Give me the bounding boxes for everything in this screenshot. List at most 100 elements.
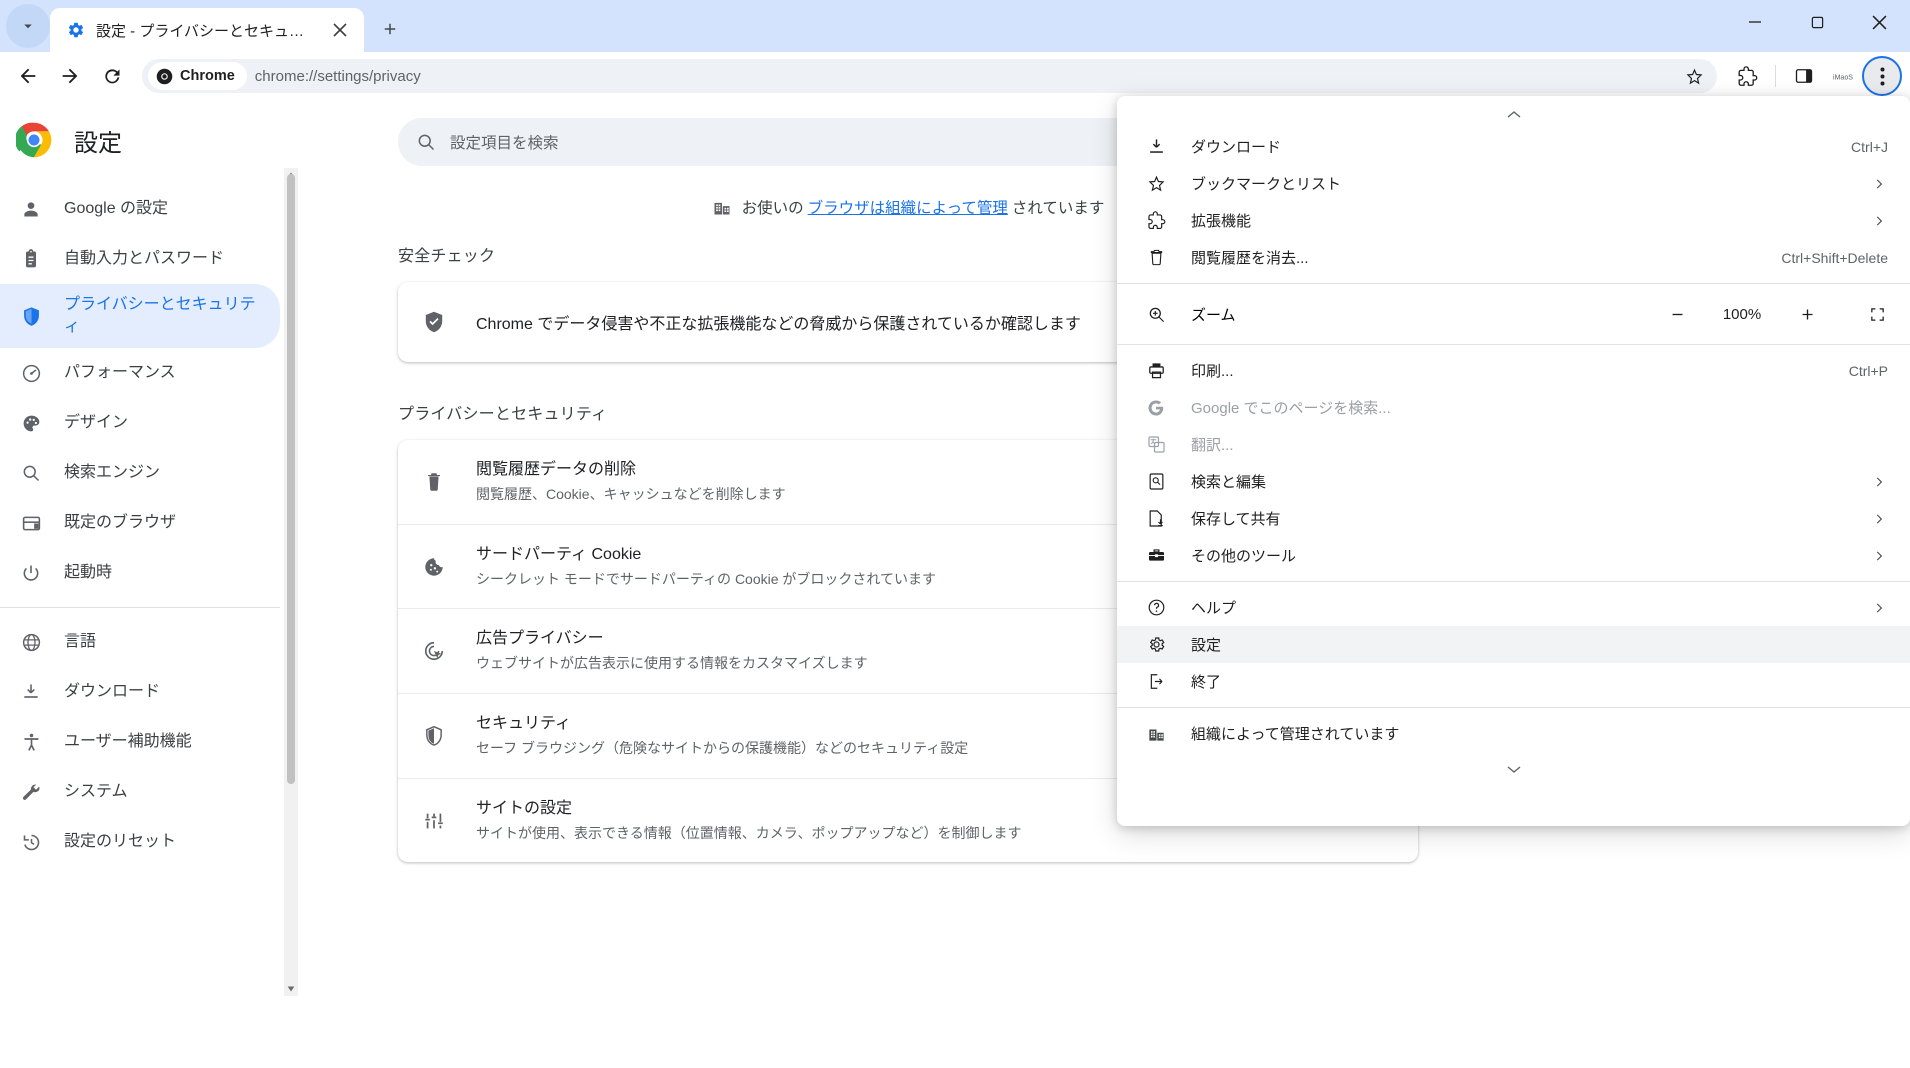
- tab-search-button[interactable]: [6, 4, 50, 48]
- sidebar-item-accessibility[interactable]: ユーザー補助機能: [0, 717, 280, 767]
- close-button[interactable]: [1848, 0, 1910, 44]
- menu-item-label: その他のツール: [1191, 545, 1846, 566]
- sidebar-item-autofill[interactable]: 自動入力とパスワード: [0, 234, 280, 284]
- menu-scroll-down-button[interactable]: [1117, 752, 1910, 786]
- sidebar-item-label: 言語: [64, 631, 96, 653]
- zoom-in-button[interactable]: [1790, 297, 1824, 331]
- accessibility-icon: [20, 731, 42, 753]
- menu-item-managed-by-organization[interactable]: 組織によって管理されています: [1117, 715, 1910, 752]
- sidebar-item-appearance[interactable]: デザイン: [0, 398, 280, 448]
- menu-item-extensions[interactable]: 拡張機能: [1117, 202, 1910, 239]
- new-tab-button[interactable]: [370, 9, 410, 49]
- menu-item-more-tools[interactable]: その他のツール: [1117, 537, 1910, 574]
- sidebar-item-label: ユーザー補助機能: [64, 731, 192, 753]
- sidebar-item-privacy-security[interactable]: プライバシーとセキュリティ: [0, 284, 280, 348]
- clipboard-icon: [20, 248, 42, 270]
- toolbox-icon: [1145, 545, 1167, 567]
- menu-item-exit[interactable]: 終了: [1117, 663, 1910, 700]
- download-icon: [1145, 136, 1167, 158]
- url-text[interactable]: chrome://settings/privacy: [255, 68, 1671, 85]
- reload-icon: [102, 66, 123, 87]
- sidebar-item-system[interactable]: システム: [0, 767, 280, 817]
- profile-avatar[interactable]: iMaoS: [1826, 62, 1860, 90]
- sidebar-item-label: Google の設定: [64, 198, 168, 220]
- sidebar-item-languages[interactable]: 言語: [0, 617, 280, 667]
- menu-item-settings[interactable]: 設定: [1117, 626, 1910, 663]
- menu-item-label: Google でこのページを検索...: [1191, 397, 1888, 418]
- forward-arrow-icon: [59, 65, 81, 87]
- reload-button[interactable]: [92, 56, 132, 96]
- extensions-puzzle-icon: [1145, 210, 1167, 232]
- list-item-subtitle: サイトが使用、表示できる情報（位置情報、カメラ、ポップアップなど）を制御します: [476, 823, 1344, 845]
- menu-item-find-and-edit[interactable]: 検索と編集: [1117, 463, 1910, 500]
- address-bar[interactable]: Chrome chrome://settings/privacy: [142, 59, 1717, 93]
- sidebar-item-label: ダウンロード: [64, 681, 160, 703]
- zoom-in-icon: [1145, 303, 1167, 325]
- chrome-logo-icon: [16, 122, 52, 158]
- menu-item-translate: 翻訳...: [1117, 426, 1910, 463]
- sidebar-item-label: 起動時: [64, 562, 112, 584]
- star-icon[interactable]: [1679, 61, 1709, 91]
- managed-notice-suffix: されています: [1012, 196, 1105, 218]
- menu-divider: [1117, 707, 1910, 708]
- menu-item-print[interactable]: 印刷... Ctrl+P: [1117, 352, 1910, 389]
- menu-item-bookmarks-lists[interactable]: ブックマークとリスト: [1117, 165, 1910, 202]
- side-panel-button[interactable]: [1784, 56, 1824, 96]
- back-button[interactable]: [8, 56, 48, 96]
- forward-button[interactable]: [50, 56, 90, 96]
- tab-close-button[interactable]: [326, 16, 354, 44]
- power-icon: [20, 562, 42, 584]
- chevron-up-icon: [1507, 110, 1521, 120]
- menu-scroll-up-button[interactable]: [1117, 102, 1910, 128]
- ad-privacy-icon: [422, 639, 446, 663]
- menu-item-downloads[interactable]: ダウンロード Ctrl+J: [1117, 128, 1910, 165]
- sidebar-nav: Google の設定 自動入力とパスワード プライバシーとセキュリティ: [0, 180, 280, 867]
- chevron-down-icon: [19, 17, 37, 35]
- tab-active[interactable]: 設定 - プライバシーとセキュリティ: [50, 8, 364, 52]
- three-dot-menu-icon: [1880, 67, 1885, 86]
- sidebar-item-on-startup[interactable]: 起動時: [0, 548, 280, 598]
- sidebar-item-google[interactable]: Google の設定: [0, 184, 280, 234]
- search-placeholder: 設定項目を検索: [450, 131, 559, 153]
- browser-window-icon: [20, 512, 42, 534]
- tune-icon: [422, 809, 446, 833]
- chevron-right-icon: [1870, 473, 1888, 491]
- exit-icon: [1145, 671, 1167, 693]
- sidebar-item-performance[interactable]: パフォーマンス: [0, 348, 280, 398]
- tab-strip: 設定 - プライバシーとセキュリティ: [0, 0, 1910, 52]
- settings-header: 設定: [0, 100, 280, 180]
- menu-item-save-and-share[interactable]: 保存して共有: [1117, 500, 1910, 537]
- maximize-button[interactable]: [1786, 0, 1848, 44]
- globe-icon: [20, 631, 42, 653]
- toolbar-divider: [1775, 65, 1776, 87]
- menu-item-help[interactable]: ヘルプ: [1117, 589, 1910, 626]
- sidebar-item-reset-settings[interactable]: 設定のリセット: [0, 817, 280, 867]
- save-share-icon: [1145, 508, 1167, 530]
- sidebar-item-default-browser[interactable]: 既定のブラウザ: [0, 498, 280, 548]
- chrome-logo-icon: [156, 68, 173, 85]
- zoom-out-button[interactable]: [1660, 297, 1694, 331]
- search-icon: [416, 132, 436, 152]
- extensions-button[interactable]: [1727, 56, 1767, 96]
- chrome-origin-chip[interactable]: Chrome: [148, 62, 247, 90]
- menu-item-clear-browsing-data[interactable]: 閲覧履歴を消去... Ctrl+Shift+Delete: [1117, 239, 1910, 276]
- minimize-button[interactable]: [1724, 0, 1786, 44]
- settings-gear-icon: [66, 20, 86, 40]
- sidebar-item-label: プライバシーとセキュリティ: [64, 294, 268, 337]
- google-g-icon: [1145, 397, 1167, 419]
- managed-notice-link[interactable]: ブラウザは組織によって管理: [808, 196, 1008, 218]
- menu-divider: [1117, 283, 1910, 284]
- fullscreen-button[interactable]: [1858, 297, 1896, 331]
- find-edit-icon: [1145, 471, 1167, 493]
- menu-divider: [1117, 581, 1910, 582]
- side-panel-icon: [1794, 66, 1814, 86]
- sidebar-item-label: パフォーマンス: [64, 362, 176, 384]
- sidebar-item-downloads[interactable]: ダウンロード: [0, 667, 280, 717]
- wrench-icon: [20, 781, 42, 803]
- three-dot-menu-button[interactable]: [1862, 56, 1902, 96]
- menu-item-shortcut: Ctrl+J: [1851, 139, 1888, 155]
- sidebar-item-search-engine[interactable]: 検索エンジン: [0, 448, 280, 498]
- menu-item-label: 組織によって管理されています: [1191, 723, 1888, 744]
- building-icon: [1145, 723, 1167, 745]
- zoom-label: ズーム: [1191, 304, 1636, 325]
